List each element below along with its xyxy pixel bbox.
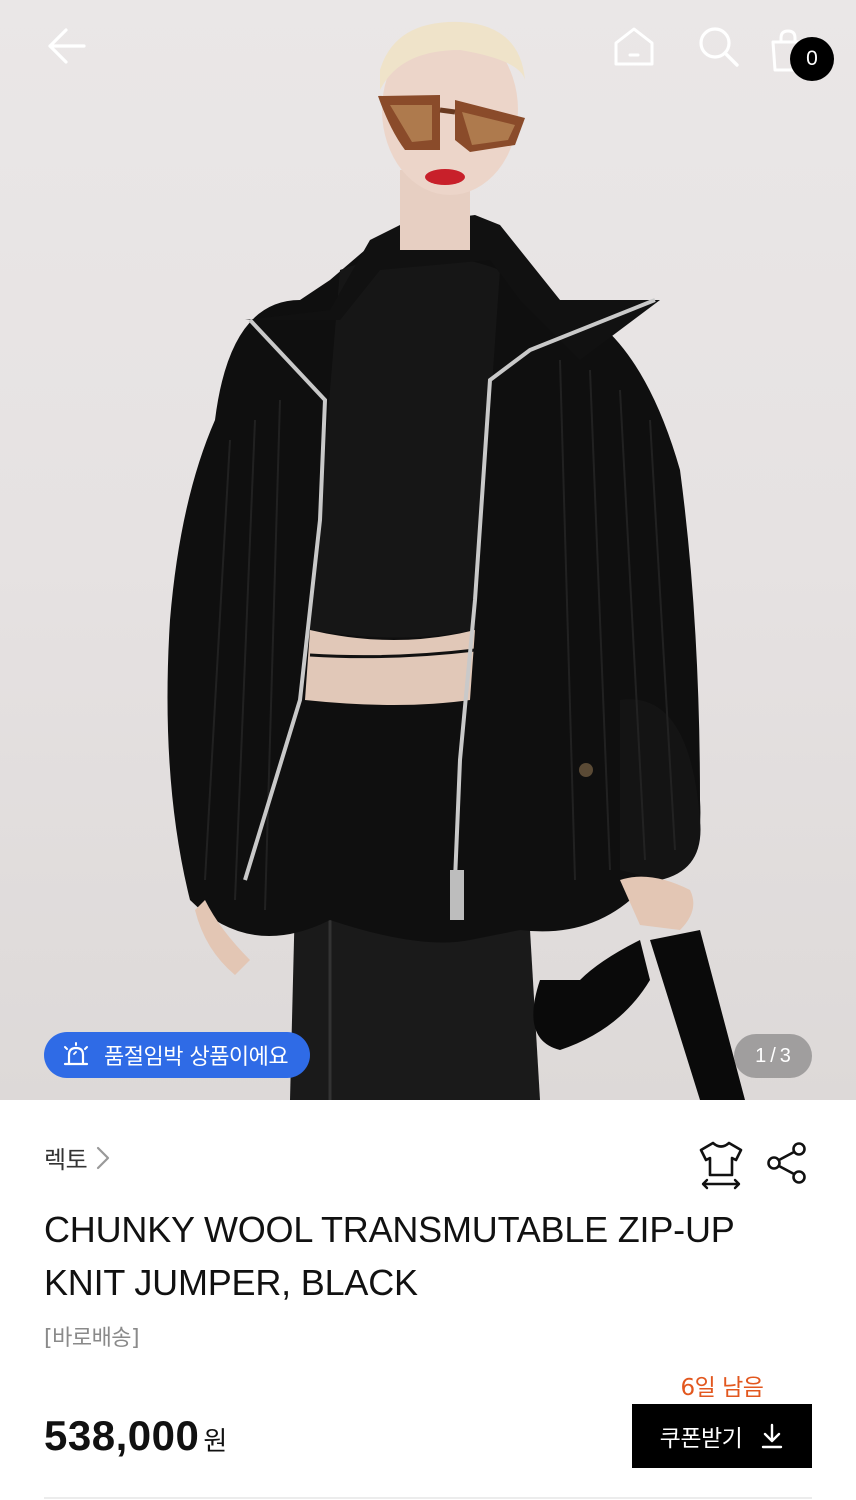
price-value: 538,000 [44, 1412, 200, 1459]
search-button[interactable] [690, 20, 746, 72]
home-button[interactable] [606, 20, 662, 72]
brand-link[interactable]: 렉토 [44, 1140, 111, 1175]
product-photo [167, 21, 745, 1100]
get-coupon-button[interactable]: 쿠폰받기 [632, 1404, 812, 1468]
coupon-days-left: 6일 남음 [680, 1375, 764, 1401]
low-stock-text: 품절임박 상품이에요 [104, 1045, 289, 1070]
product-title: CHUNKY WOOL TRANSMUTABLE ZIP-UP KNIT JUM… [44, 1209, 734, 1303]
pager-separator: / [770, 1044, 776, 1067]
divider [44, 1497, 812, 1499]
delivery-tag: [바로배송] [44, 1326, 140, 1351]
cart-button[interactable]: 0 [768, 20, 834, 81]
chevron-right-icon [97, 1146, 110, 1169]
price: 538,000 원 [44, 1412, 227, 1460]
back-button[interactable] [36, 20, 96, 72]
product-image-gallery[interactable]: 0 품절임박 상품이에요 1 / 3 [0, 0, 856, 1100]
size-guide-shirt-icon [699, 1141, 743, 1190]
pager-total: 3 [779, 1044, 791, 1067]
price-currency: 원 [203, 1427, 228, 1457]
siren-icon [63, 1042, 89, 1066]
image-pager: 1 / 3 [734, 1034, 812, 1078]
low-stock-badge: 품절임박 상품이에요 [44, 1032, 311, 1078]
coupon-button-label: 쿠폰받기 [659, 1426, 743, 1452]
cart-count-badge: 0 [790, 37, 834, 81]
share-button[interactable] [764, 1140, 810, 1186]
download-icon [762, 1423, 783, 1449]
brand-name: 렉토 [44, 1146, 88, 1174]
share-icon [767, 1142, 806, 1184]
size-guide-button[interactable] [696, 1138, 746, 1190]
search-icon [699, 27, 739, 67]
pager-current: 1 [755, 1044, 767, 1067]
arrow-left-icon [48, 28, 86, 64]
home-icon [614, 27, 654, 66]
